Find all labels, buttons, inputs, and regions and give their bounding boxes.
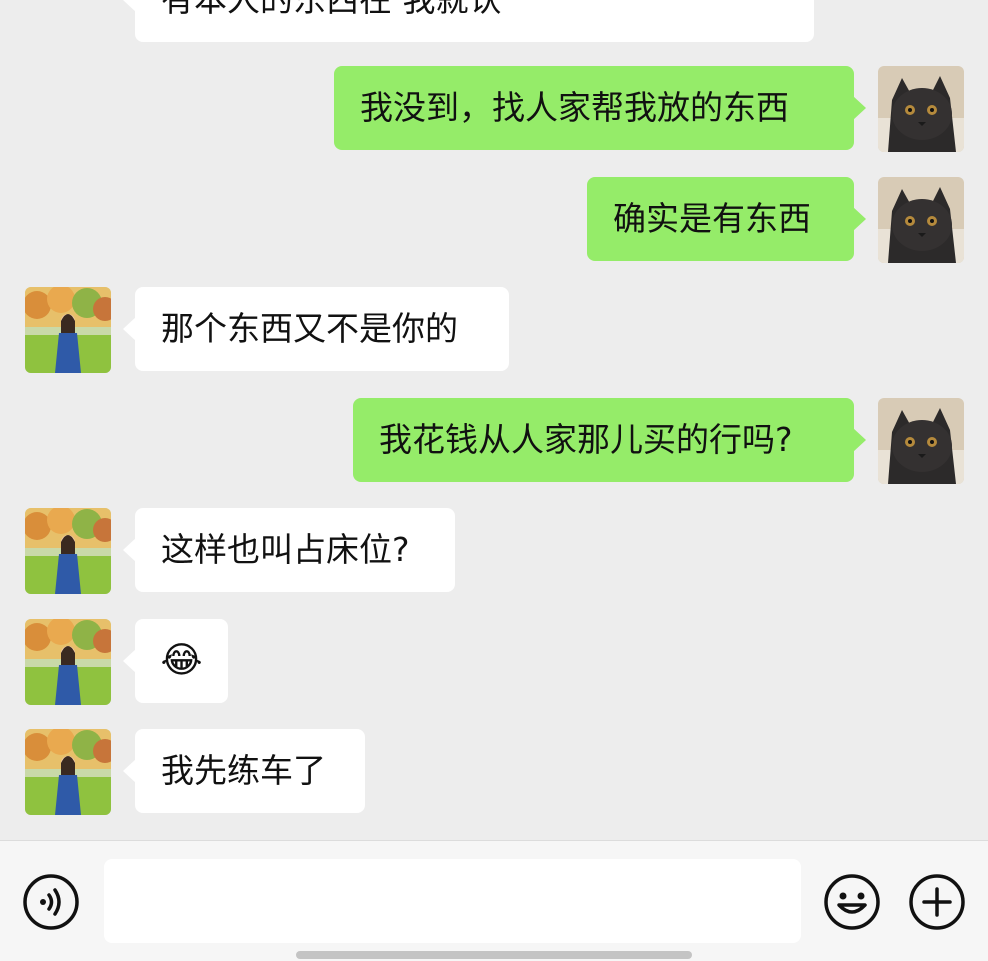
message-bubble-incoming[interactable]: 有本人的东西在 我就认	[123, 0, 814, 42]
message-input[interactable]	[104, 859, 801, 943]
voice-icon[interactable]	[22, 873, 80, 931]
message-text: 确实是有东西	[613, 199, 811, 238]
input-bar	[0, 840, 988, 961]
message-text: 这样也叫占床位?	[161, 530, 410, 569]
avatar-girl[interactable]	[25, 287, 111, 373]
plus-icon[interactable]	[908, 873, 966, 931]
home-indicator[interactable]	[296, 951, 692, 959]
avatar-girl[interactable]	[25, 508, 111, 594]
message-bubble-incoming[interactable]: 这样也叫占床位?	[123, 508, 455, 592]
chat-message-list[interactable]: 有本人的东西在 我就认 我没到，找人家帮我放的东西 确实是有东西	[0, 0, 988, 840]
message-bubble-outgoing[interactable]: 我花钱从人家那儿买的行吗?	[353, 398, 866, 482]
message-bubble-incoming[interactable]: 我先练车了	[123, 729, 365, 813]
message-bubble-incoming[interactable]: 😂	[123, 619, 228, 703]
message-bubble-outgoing[interactable]: 我没到，找人家帮我放的东西	[334, 66, 866, 150]
message-bubble-outgoing[interactable]: 确实是有东西	[587, 177, 866, 261]
laughing-emoji: 😂	[160, 640, 203, 681]
emoji-icon[interactable]	[823, 873, 881, 931]
avatar-cat[interactable]	[878, 398, 964, 484]
avatar-cat[interactable]	[878, 66, 964, 152]
message-text: 我先练车了	[161, 751, 326, 790]
message-text: 有本人的东西在 我就认	[161, 0, 502, 19]
avatar-cat[interactable]	[878, 177, 964, 263]
message-text: 我花钱从人家那儿买的行吗?	[379, 420, 793, 459]
message-bubble-incoming[interactable]: 那个东西又不是你的	[123, 287, 509, 371]
avatar-girl[interactable]	[25, 729, 111, 815]
message-text: 我没到，找人家帮我放的东西	[360, 88, 789, 127]
message-text: 那个东西又不是你的	[161, 309, 458, 348]
avatar-girl[interactable]	[25, 619, 111, 705]
